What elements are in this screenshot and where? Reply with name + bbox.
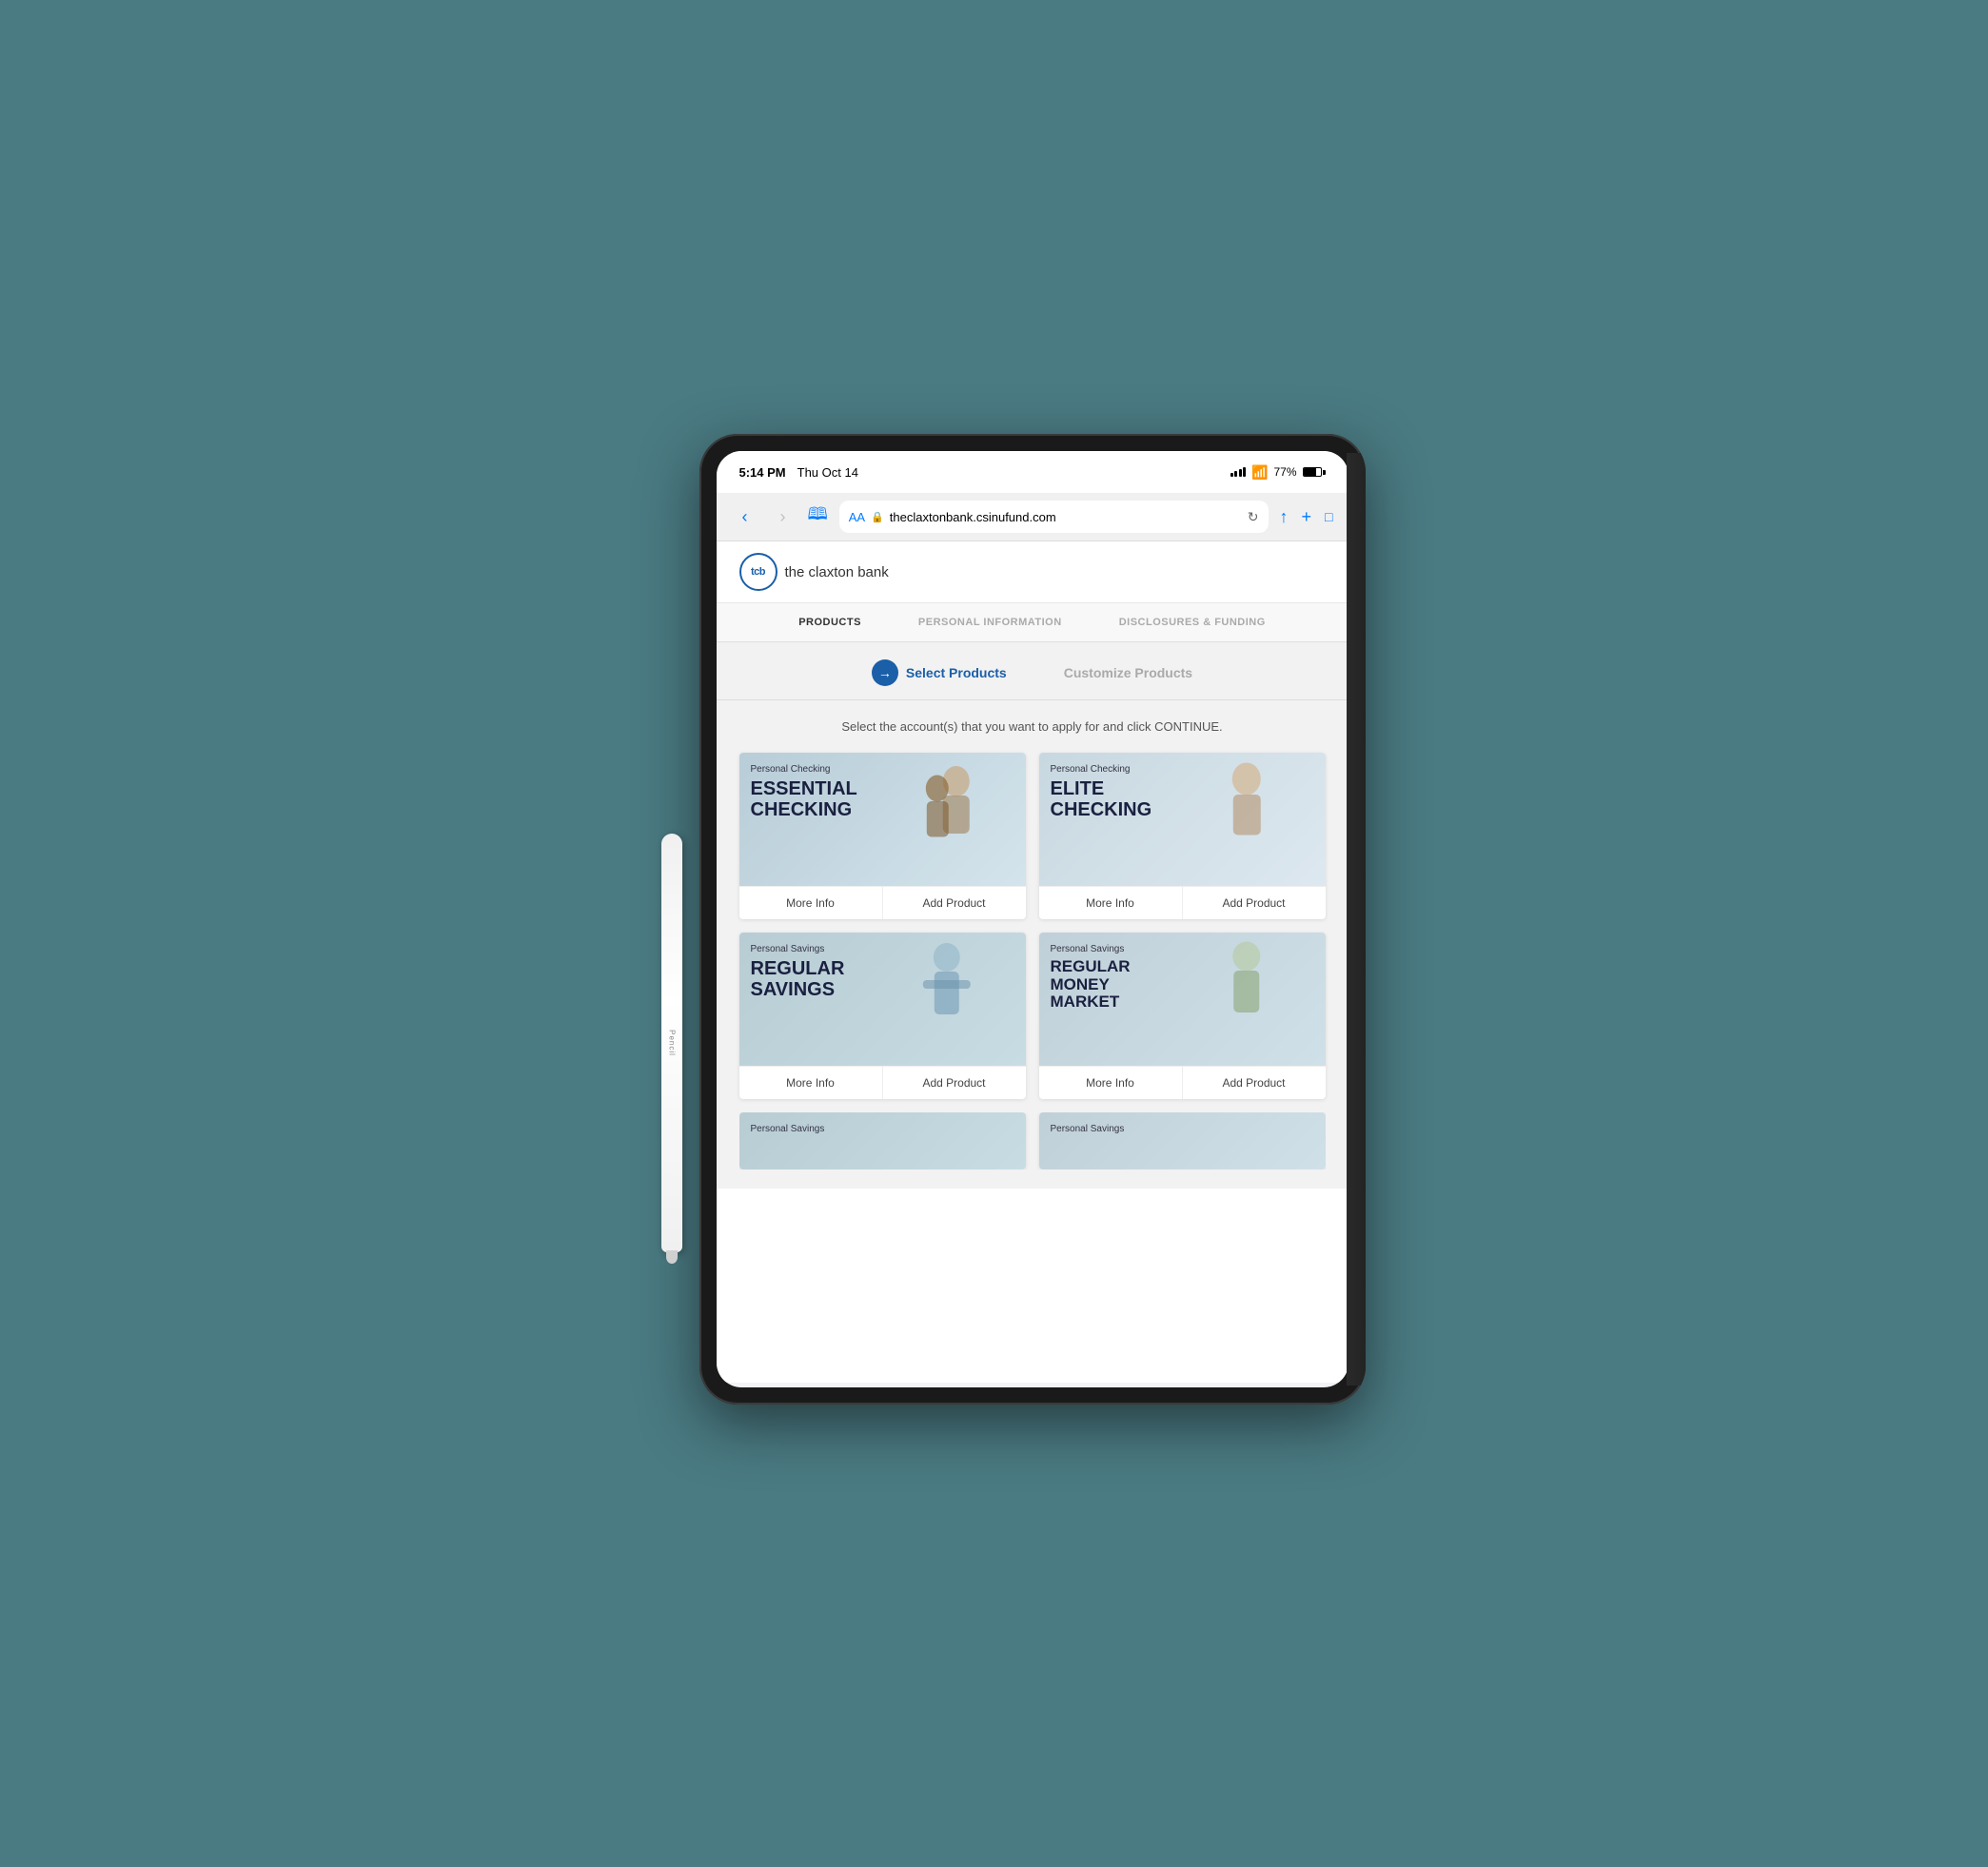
product-image-money-market: Personal Savings REGULARMONEYMARKET xyxy=(1039,933,1326,1066)
more-info-money-market[interactable]: More Info xyxy=(1039,1067,1183,1099)
more-info-essential[interactable]: More Info xyxy=(739,887,883,919)
partial-category-1: Personal Savings xyxy=(751,1124,1014,1134)
forward-button[interactable]: › xyxy=(770,503,797,530)
step-products[interactable]: PRODUCTS xyxy=(798,617,861,628)
status-bar: 5:14 PM Thu Oct 14 📶 77% xyxy=(717,451,1348,493)
partial-product-image-2: Personal Savings xyxy=(1039,1112,1326,1169)
bank-header: tcb the claxton bank xyxy=(717,541,1348,603)
partial-product-card-2: Personal Savings xyxy=(1039,1112,1326,1169)
product-card-regular-savings: Personal Savings REGULARSAVINGS xyxy=(739,933,1026,1099)
more-info-elite[interactable]: More Info xyxy=(1039,887,1183,919)
product-actions-money-market: More Info Add Product xyxy=(1039,1066,1326,1099)
add-product-essential[interactable]: Add Product xyxy=(883,887,1026,919)
product-image-elite: Personal Checking ELITECHECKING xyxy=(1039,753,1326,886)
partial-products-row: Personal Savings Personal Savings xyxy=(739,1112,1326,1169)
add-tab-button[interactable]: + xyxy=(1302,507,1312,527)
add-product-money-market[interactable]: Add Product xyxy=(1183,1067,1326,1099)
battery-icon xyxy=(1303,467,1326,477)
address-bar[interactable]: AA 🔒 theclaxtonbank.csinufund.com ↻ xyxy=(839,501,1269,533)
product-card-elite-checking: Personal Checking ELITECHECKING More Inf… xyxy=(1039,753,1326,919)
partial-product-card-1: Personal Savings xyxy=(739,1112,1026,1169)
steps-nav: PRODUCTS PERSONAL INFORMATION DISCLOSURE… xyxy=(717,603,1348,642)
product-actions-elite: More Info Add Product xyxy=(1039,886,1326,919)
partial-category-2: Personal Savings xyxy=(1051,1124,1314,1134)
person-svg-money-market xyxy=(1168,933,1326,1066)
step-disclosures[interactable]: DISCLOSURES & FUNDING xyxy=(1119,617,1266,628)
logo-icon: tcb xyxy=(739,553,777,591)
content-area: Select the account(s) that you want to a… xyxy=(717,700,1348,1189)
share-button[interactable]: ↑ xyxy=(1280,507,1289,527)
product-image-essential: Personal Checking ESSENTIALCHECKING xyxy=(739,753,1026,886)
wizard-step-customize: Customize Products xyxy=(1064,665,1192,680)
ipad-case xyxy=(1347,453,1366,1386)
add-product-savings[interactable]: Add Product xyxy=(883,1067,1026,1099)
bookmarks-button[interactable]: 🕮 xyxy=(808,502,828,531)
lock-icon: 🔒 xyxy=(871,511,884,523)
status-time: 5:14 PM xyxy=(739,465,786,480)
aa-button[interactable]: AA xyxy=(849,510,865,524)
add-product-elite[interactable]: Add Product xyxy=(1183,887,1326,919)
person-svg-savings xyxy=(868,933,1026,1066)
person-svg-essential xyxy=(868,753,1026,886)
customize-products-label: Customize Products xyxy=(1064,665,1192,680)
partial-product-image-1: Personal Savings xyxy=(739,1112,1026,1169)
back-button[interactable]: ‹ xyxy=(732,503,758,530)
ipad-screen: 5:14 PM Thu Oct 14 📶 77% xyxy=(717,451,1348,1387)
apple-pencil: Pencil xyxy=(661,834,682,1252)
browser-chrome: ‹ › 🕮 AA 🔒 theclaxtonbank.csinufund.com … xyxy=(717,493,1348,541)
status-icons: 📶 77% xyxy=(1230,464,1326,481)
step-personal-info[interactable]: PERSONAL INFORMATION xyxy=(918,617,1062,628)
product-actions-essential: More Info Add Product xyxy=(739,886,1026,919)
product-card-money-market: Personal Savings REGULARMONEYMARKET More… xyxy=(1039,933,1326,1099)
wifi-icon: 📶 xyxy=(1251,464,1268,481)
tabs-button[interactable]: □ xyxy=(1325,509,1332,524)
instructions-text: Select the account(s) that you want to a… xyxy=(739,719,1326,734)
battery-percentage: 77% xyxy=(1273,465,1296,479)
select-products-label: Select Products xyxy=(906,665,1007,680)
pencil-tip xyxy=(666,1250,678,1264)
ipad-frame: 5:14 PM Thu Oct 14 📶 77% xyxy=(699,434,1366,1405)
url-text: theclaxtonbank.csinufund.com xyxy=(890,510,1056,524)
select-products-icon: → xyxy=(872,659,898,686)
browser-actions: ↑ + □ xyxy=(1280,507,1333,527)
web-content: tcb the claxton bank PRODUCTS PERSONAL I… xyxy=(717,541,1348,1383)
product-actions-savings: More Info Add Product xyxy=(739,1066,1026,1099)
bank-logo: tcb the claxton bank xyxy=(739,553,889,591)
scene: Pencil 5:14 PM Thu Oct 14 xyxy=(604,434,1385,1433)
status-date: Thu Oct 14 xyxy=(797,465,858,480)
person-svg-elite xyxy=(1168,753,1326,886)
signal-icon xyxy=(1230,467,1247,477)
product-grid: Personal Checking ESSENTIALCHECKING xyxy=(739,753,1326,1099)
bank-name: the claxton bank xyxy=(785,564,889,580)
wizard-step-select[interactable]: → Select Products xyxy=(872,659,1007,686)
product-image-savings: Personal Savings REGULARSAVINGS xyxy=(739,933,1026,1066)
product-card-essential-checking: Personal Checking ESSENTIALCHECKING xyxy=(739,753,1026,919)
more-info-savings[interactable]: More Info xyxy=(739,1067,883,1099)
pencil-text: Pencil xyxy=(667,1030,676,1056)
reload-button[interactable]: ↻ xyxy=(1248,509,1259,525)
wizard-steps: → Select Products Customize Products xyxy=(717,642,1348,700)
